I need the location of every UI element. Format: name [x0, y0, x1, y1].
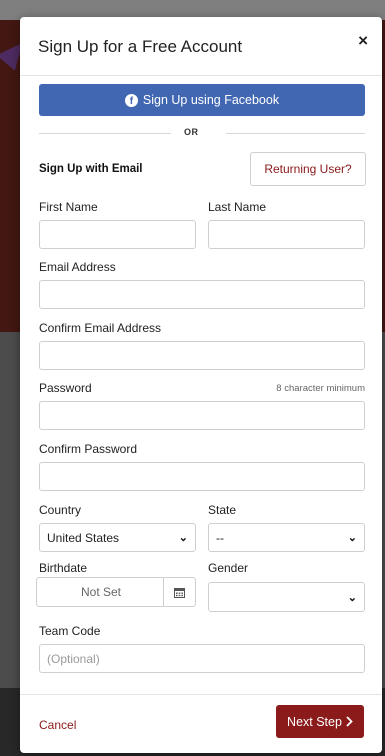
calendar-button[interactable]	[163, 578, 195, 606]
gender-label: Gender	[208, 561, 249, 575]
returning-user-button[interactable]: Returning User?	[250, 152, 366, 186]
birthdate-value: Not Set	[80, 585, 122, 599]
next-step-button[interactable]: Next Step	[276, 705, 364, 738]
email-label: Email Address	[39, 260, 116, 274]
modal-header: Sign Up for a Free Account ×	[20, 17, 382, 76]
signup-email-heading: Sign Up with Email	[39, 163, 143, 175]
facebook-signup-button[interactable]: f Sign Up using Facebook	[39, 84, 365, 116]
facebook-signup-label: Sign Up using Facebook	[142, 93, 280, 107]
team-code-label: Team Code	[39, 624, 101, 638]
country-select[interactable]: United States ⌄	[39, 523, 196, 552]
team-code-input[interactable]	[39, 644, 365, 673]
gender-select[interactable]: ⌄	[208, 582, 365, 612]
birthdate-label: Birthdate	[39, 561, 88, 575]
cancel-link[interactable]: Cancel	[39, 718, 76, 732]
first-name-label: First Name	[39, 200, 98, 214]
modal-footer: Cancel Next Step	[20, 694, 382, 754]
chevron-down-icon: ⌄	[178, 532, 188, 544]
chevron-down-icon: ⌄	[347, 532, 357, 544]
password-label: Password	[39, 381, 92, 395]
last-name-input[interactable]	[208, 220, 365, 249]
divider-or-text: OR	[184, 127, 199, 137]
signup-modal: Sign Up for a Free Account × f Sign Up u…	[20, 17, 382, 753]
state-selected-value: --	[216, 530, 224, 545]
birthdate-picker[interactable]: Not Set	[36, 577, 196, 607]
confirm-password-input[interactable]	[39, 462, 365, 491]
divider-line-right	[226, 133, 365, 134]
country-label: Country	[39, 503, 82, 517]
next-step-label: Next Step	[287, 714, 342, 729]
confirm-email-input[interactable]	[39, 341, 365, 370]
confirm-email-label: Confirm Email Address	[39, 321, 162, 335]
last-name-label: Last Name	[208, 200, 267, 214]
state-select[interactable]: -- ⌄	[208, 523, 365, 552]
chevron-down-icon: ⌄	[347, 591, 357, 604]
confirm-password-label: Confirm Password	[39, 442, 138, 456]
state-label: State	[208, 503, 237, 517]
password-hint: 8 character minimum	[276, 383, 365, 394]
first-name-input[interactable]	[39, 220, 196, 249]
close-button[interactable]: ×	[358, 31, 368, 51]
email-input[interactable]	[39, 280, 365, 309]
facebook-icon: f	[124, 93, 138, 107]
calendar-icon	[174, 587, 185, 598]
password-input[interactable]	[39, 401, 365, 430]
chevron-right-icon	[346, 716, 353, 727]
divider-line-left	[39, 133, 171, 134]
country-selected-value: United States	[47, 530, 120, 545]
modal-title: Sign Up for a Free Account	[38, 37, 243, 56]
